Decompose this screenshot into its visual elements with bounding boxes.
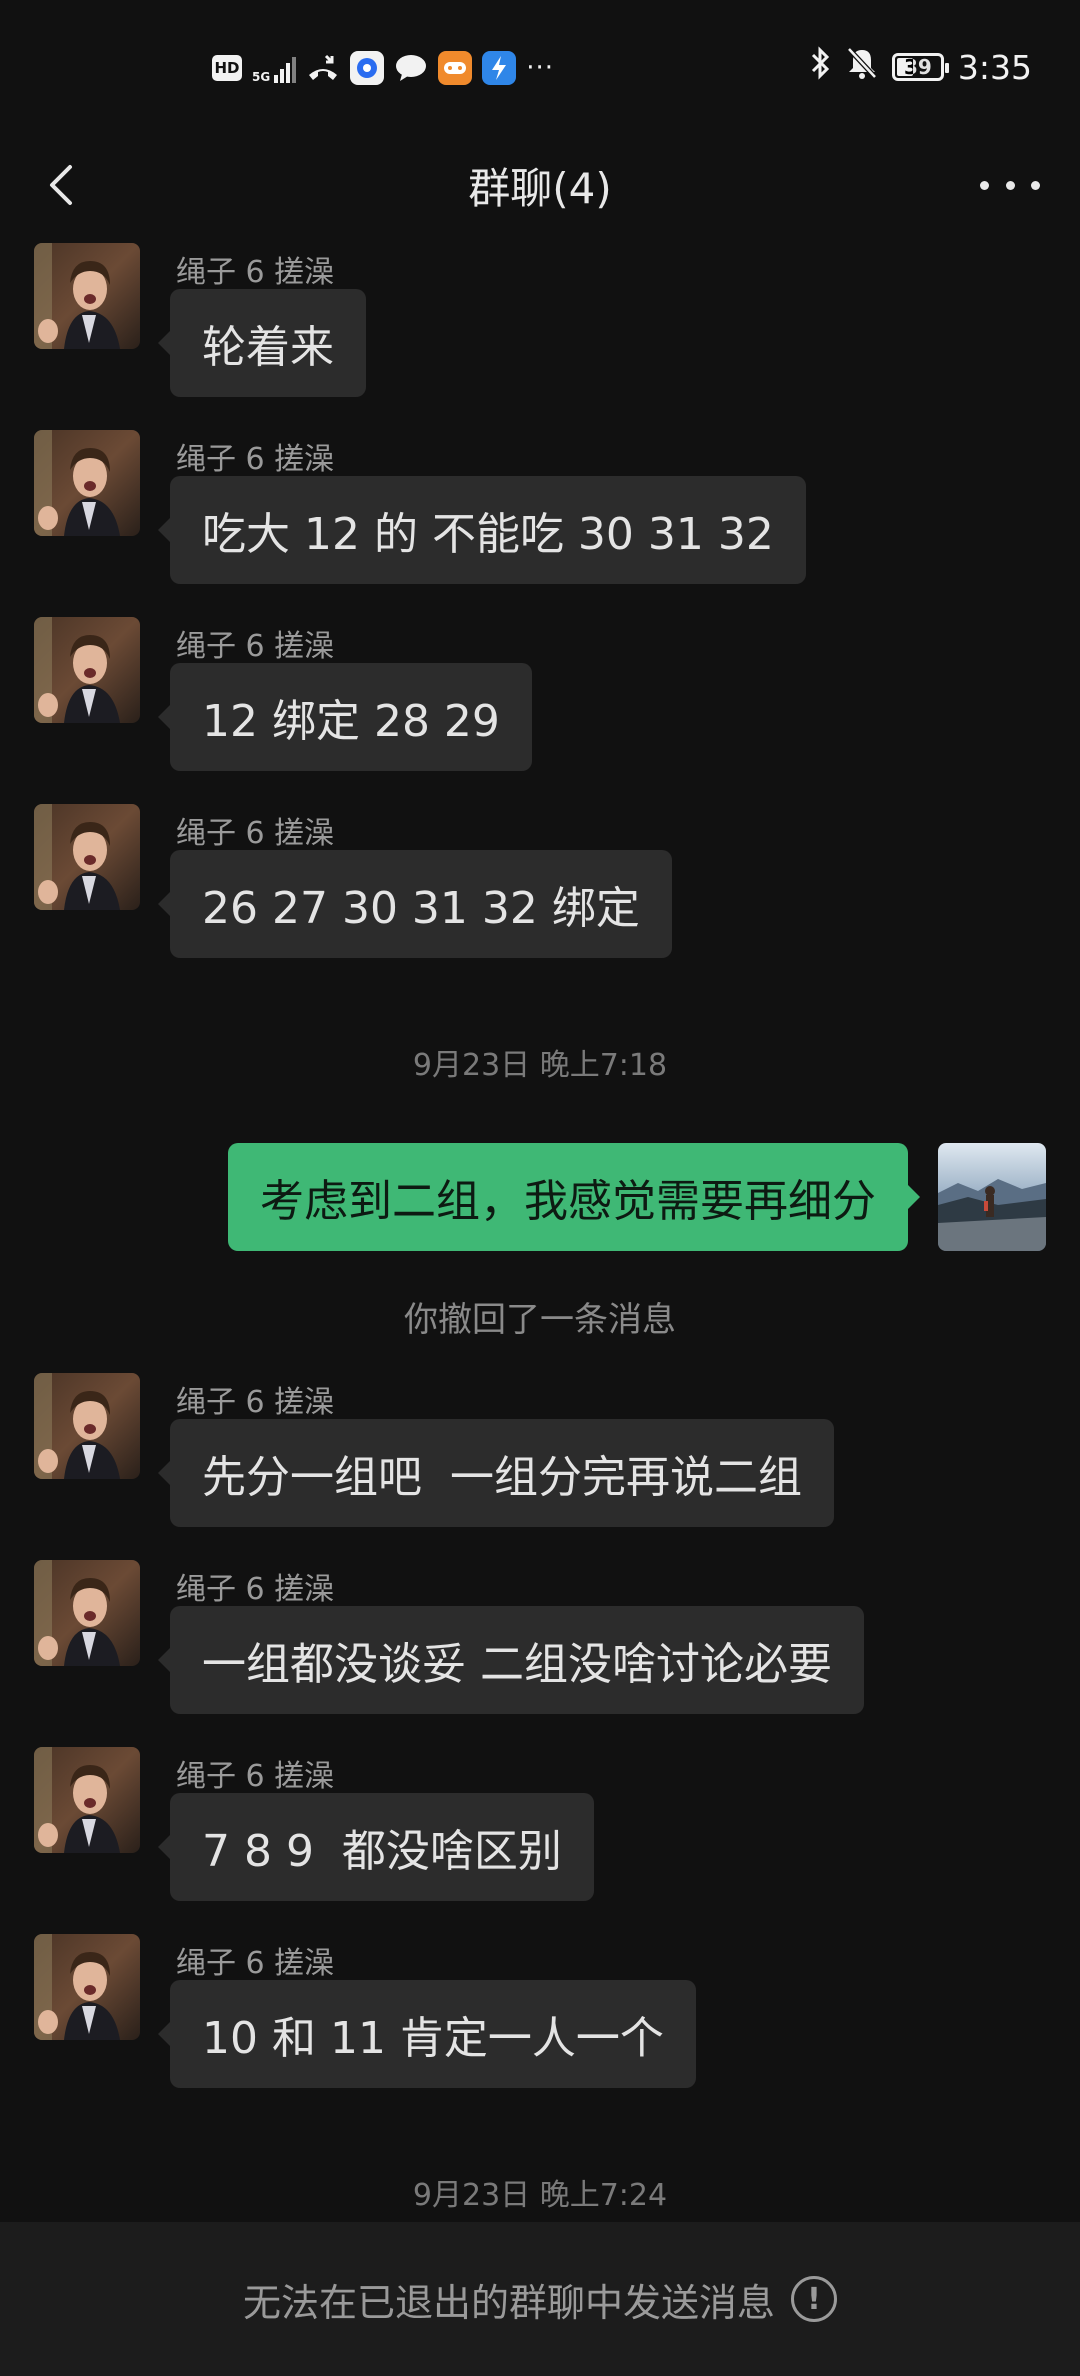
sender-name: 绳子 6 搓澡 [176, 1759, 335, 1794]
status-bar: HD 5G ··· 39 3:35 [0, 0, 1080, 135]
message-bubble[interactable]: 轮着来 [158, 289, 366, 397]
avatar[interactable] [34, 1747, 140, 1853]
status-right: 39 3:35 [810, 44, 1032, 90]
sender-name: 绳子 6 搓澡 [176, 1946, 335, 1981]
message-bubble-mine[interactable]: 考虑到二组，我感觉需要再细分 [228, 1143, 920, 1251]
avatar[interactable] [34, 1373, 140, 1479]
info-icon[interactable]: ! [791, 2276, 837, 2322]
sender-name: 绳子 6 搓澡 [176, 629, 335, 664]
mute-bell-icon [846, 46, 878, 88]
sender-name: 绳子 6 搓澡 [176, 1572, 335, 1607]
list-item: 绳子 6 搓澡 轮着来 [34, 243, 1046, 403]
sender-name: 绳子 6 搓澡 [176, 442, 335, 477]
page-title: 群聊(4) [468, 164, 612, 213]
recall-notice: 你撤回了一条消息 [404, 1300, 676, 1340]
sender-name: 绳子 6 搓澡 [176, 255, 335, 290]
sender-name: 绳子 6 搓澡 [176, 1385, 335, 1420]
timestamp: 9月23日 晚上7:18 [412, 1048, 668, 1083]
hd-icon: HD [212, 55, 242, 81]
message-bubble[interactable]: 12 绑定 28 29 [158, 663, 532, 771]
list-item: 绳子 6 搓澡 先分一组吧 一组分完再说二组 [34, 1373, 1046, 1533]
avatar[interactable] [34, 804, 140, 910]
message-bubble[interactable]: 吃大 12 的 不能吃 30 31 32 [158, 476, 806, 584]
input-disabled-bar: 无法在已退出的群聊中发送消息 ! [0, 2222, 1080, 2376]
status-time: 3:35 [957, 47, 1032, 87]
list-item: 绳子 6 搓澡 7 8 9 都没啥区别 [34, 1747, 1046, 1907]
avatar[interactable] [34, 1934, 140, 2040]
message-bubble[interactable]: 先分一组吧 一组分完再说二组 [158, 1419, 834, 1527]
list-item: 绳子 6 搓澡 10 和 11 肯定一人一个 [34, 1934, 1046, 2094]
bluetooth-icon [810, 46, 832, 88]
message-bubble[interactable]: 一组都没谈妥 二组没啥讨论必要 [158, 1606, 864, 1714]
avatar[interactable] [34, 1560, 140, 1666]
avatar[interactable] [34, 617, 140, 723]
browser-icon [350, 51, 385, 85]
game-icon [438, 51, 473, 85]
more-options-button[interactable] [980, 171, 1040, 199]
list-item: 绳子 6 搓澡 吃大 12 的 不能吃 30 31 32 [34, 430, 1046, 590]
network-type-label: 5G [252, 70, 271, 84]
list-item: 绳子 6 搓澡 一组都没谈妥 二组没啥讨论必要 [34, 1560, 1046, 1720]
battery-icon: 39 [891, 53, 949, 81]
dot-icon [1031, 180, 1040, 190]
message-bubble[interactable]: 10 和 11 肯定一人一个 [158, 1980, 696, 2088]
avatar[interactable] [34, 430, 140, 536]
list-item: 绳子 6 搓澡 12 绑定 28 29 [34, 617, 1046, 777]
my-avatar[interactable] [938, 1143, 1046, 1251]
battery-level: 39 [903, 55, 932, 79]
avatar[interactable] [34, 243, 140, 349]
message-bubble[interactable]: 7 8 9 都没啥区别 [158, 1793, 594, 1901]
list-item: 绳子 6 搓澡 26 27 30 31 32 绑定 [34, 804, 1046, 964]
bolt-icon [482, 51, 517, 85]
cannot-send-notice: 无法在已退出的群聊中发送消息 [242, 2280, 775, 2325]
more-notifications-icon: ··· [526, 53, 554, 83]
sender-name: 绳子 6 搓澡 [176, 816, 335, 851]
chat-icon [394, 51, 428, 85]
dot-icon [980, 180, 989, 190]
timestamp: 9月23日 晚上7:24 [412, 2178, 668, 2213]
my-message: 考虑到二组，我感觉需要再细分 [146, 1143, 1046, 1251]
chat-header: 群聊(4) [0, 135, 1080, 235]
dot-icon [1005, 180, 1015, 190]
missed-call-icon [306, 51, 340, 85]
cellular-signal-icon: 5G [252, 53, 297, 84]
message-bubble[interactable]: 26 27 30 31 32 绑定 [158, 850, 672, 958]
status-left: HD 5G ··· [212, 48, 554, 88]
